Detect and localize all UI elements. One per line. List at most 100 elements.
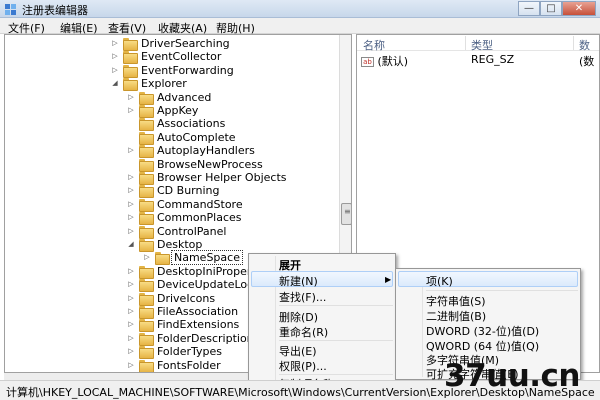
folder-icon [139,172,154,185]
expand-arrow-icon[interactable]: ▷ [127,211,135,224]
expand-arrow-icon[interactable]: ▷ [127,318,135,331]
collapse-arrow-icon[interactable]: ◢ [111,77,119,90]
folder-icon [139,225,154,239]
expand-arrow-icon[interactable] [127,131,135,144]
registry-editor-icon [5,4,16,15]
tree-node-label: CD Burning [157,184,220,198]
maximize-button[interactable]: □ [540,1,562,16]
tree-node-label: Explorer [141,77,187,91]
folder-icon [155,252,170,266]
tree-node-label: CommandStore [157,197,243,211]
expand-arrow-icon[interactable]: ▷ [127,359,135,372]
folder-icon [139,359,154,372]
expand-arrow-icon[interactable]: ▷ [111,37,119,50]
folder-icon [139,105,154,118]
folder-icon [123,78,138,92]
menu-item-delete[interactable]: 删除(D) [279,309,318,325]
menu-item-rename[interactable]: 重命名(R) [279,324,328,340]
tree-node-label: ControlPanel [157,224,227,238]
submenu-item-dword-value[interactable]: DWORD (32-位)值(D) [426,323,539,339]
scrollbar-thumb[interactable] [341,203,351,225]
submenu-item-binary-value[interactable]: 二进制值(B) [426,308,486,324]
folder-icon [139,145,154,159]
folder-icon [123,64,138,78]
folder-icon [139,91,154,105]
values-header: 名称 类型 数 [357,35,599,53]
tree-node-label: DriveIcons [157,291,216,305]
expand-arrow-icon[interactable]: ▷ [127,225,135,238]
close-button[interactable]: ✕ [562,1,596,16]
expand-arrow-icon[interactable] [127,117,135,130]
submenu-item-key[interactable]: 项(K) [426,273,453,289]
menu-item-permissions[interactable]: 权限(P)... [279,358,327,374]
folder-icon [139,212,154,226]
tree-node-label: NameSpace [171,250,243,266]
folder-icon [139,131,154,145]
menu-item-expand[interactable]: 展开 [279,257,301,273]
string-value-icon: ab [361,57,374,67]
tree-node-label: AutoComplete [157,130,236,144]
value-row[interactable]: ab (默认) REG_SZ (数 [361,53,594,68]
folder-icon [139,332,154,346]
menu-bar: 文件(F) 编辑(E) 查看(V) 收藏夹(A) 帮助(H) [0,18,600,35]
tree-node-label: CommonPlaces [157,211,242,225]
expand-arrow-icon[interactable]: ▷ [127,278,135,291]
tree-node-label: Associations [157,117,226,131]
column-type[interactable]: 类型 [471,37,493,53]
folder-icon [139,346,154,360]
context-menu: 展开 新建(N) ▶ 查找(F)... 删除(D) 重命名(R) 导出(E) 权… [248,253,396,392]
title-bar: 注册表编辑器 — □ ✕ [0,0,600,18]
window-title: 注册表编辑器 [22,4,88,17]
tree-node-label: AppKey [157,104,199,117]
expand-arrow-icon[interactable]: ▷ [127,265,135,278]
folder-icon [139,265,154,279]
column-name[interactable]: 名称 [363,37,385,53]
folder-icon [139,185,154,199]
column-data[interactable]: 数 [579,37,590,53]
submenu-highlight [398,271,578,287]
tree-node-label: FontsFolder [157,358,221,372]
expand-arrow-icon[interactable]: ▷ [127,171,135,184]
folder-icon [139,319,154,333]
expand-arrow-icon[interactable]: ▷ [111,64,119,77]
expand-arrow-icon[interactable] [127,158,135,171]
folder-icon [123,51,138,65]
menu-item-export[interactable]: 导出(E) [279,343,317,359]
expand-arrow-icon[interactable]: ▷ [127,332,135,345]
tree-node-label: FolderDescription [157,331,254,345]
tree-node-label: FileAssociation [157,305,239,318]
folder-icon [139,239,154,252]
value-type: REG_SZ [471,53,515,66]
expand-arrow-icon[interactable]: ▷ [127,198,135,211]
expand-arrow-icon[interactable]: ▷ [127,144,135,157]
folder-icon [139,118,154,132]
expand-arrow-icon[interactable]: ▷ [143,251,151,264]
tree-node-label: DriverSearching [141,37,230,50]
folder-icon [139,306,154,319]
tree-node-label: Desktop [157,238,203,251]
menu-item-new[interactable]: 新建(N) [279,273,318,289]
expand-arrow-icon[interactable]: ▷ [127,345,135,358]
submenu-arrow-icon: ▶ [385,275,392,284]
expand-arrow-icon[interactable]: ▷ [127,104,135,117]
minimize-button[interactable]: — [518,1,540,16]
submenu-item-string-value[interactable]: 字符串值(S) [426,293,486,309]
folder-icon [139,158,154,172]
tree-node-label: EventCollector [141,50,222,64]
expand-arrow-icon[interactable]: ▷ [127,91,135,104]
menu-item-find[interactable]: 查找(F)... [279,289,326,305]
tree-node-label: FolderTypes [157,345,222,359]
expand-arrow-icon[interactable]: ▷ [111,50,119,63]
tree-node-label: DeviceUpdateLoc [157,278,254,292]
expand-arrow-icon[interactable]: ▷ [127,184,135,197]
tree-node-label: EventForwarding [141,63,234,77]
tree-node-label: Advanced [157,90,212,104]
expand-arrow-icon[interactable]: ▷ [127,292,135,305]
value-name: (默认) [377,55,409,68]
expand-arrow-icon[interactable]: ▷ [127,305,135,318]
tree-node-label: DesktopIniProper [157,264,252,278]
tree-node-label: Browser Helper Objects [157,171,287,184]
value-data: (数 [579,55,595,68]
tree-node-label: BrowseNewProcess [157,157,263,171]
collapse-arrow-icon[interactable]: ◢ [127,238,135,251]
